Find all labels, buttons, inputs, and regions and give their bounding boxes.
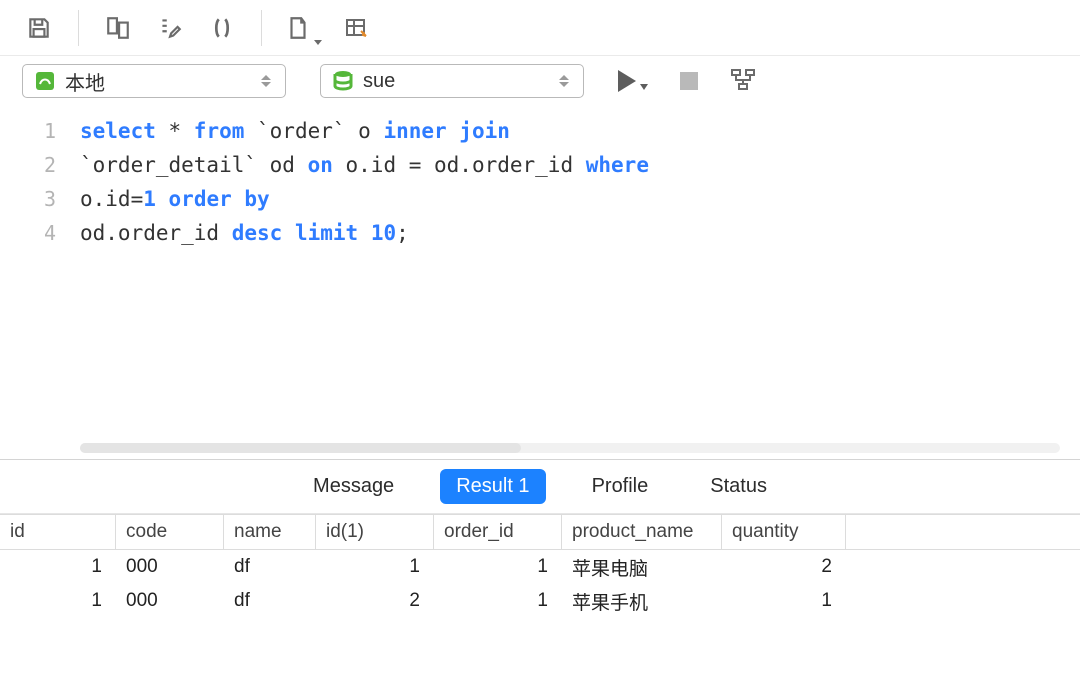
explain-button[interactable] [730,68,758,94]
table-row[interactable]: 1000df11苹果电脑2 [0,550,1080,584]
stop-icon [680,72,698,90]
cell: 2 [722,550,846,584]
code-line: o.id=1 order by [80,182,1080,216]
connection-selector[interactable]: 本地 [22,64,286,98]
code-line: select * from `order` o inner join [80,114,1080,148]
toolbar-separator [261,10,262,46]
table-row[interactable]: 1000df21苹果手机1 [0,584,1080,618]
result-grid: idcodenameid(1)order_idproduct_namequant… [0,514,1080,618]
sql-editor[interactable]: 1234 select * from `order` o inner join`… [0,106,1080,460]
sql-code[interactable]: select * from `order` o inner join`order… [80,106,1080,459]
cell: 苹果手机 [562,584,722,618]
line-number: 2 [0,148,56,182]
tab-profile[interactable]: Profile [576,469,665,504]
toolbar-separator [78,10,79,46]
tab-message[interactable]: Message [297,469,410,504]
line-number: 4 [0,216,56,250]
export-icon[interactable] [284,11,322,45]
line-number: 3 [0,182,56,216]
execute-buttons [618,68,758,94]
cell: 1 [722,584,846,618]
edit-script-icon[interactable] [153,11,187,45]
col-id[interactable]: id [0,515,116,550]
cell: 1 [0,584,116,618]
database-label: sue [363,70,547,93]
play-icon [618,70,636,92]
cell: 000 [116,550,224,584]
cell: 1 [434,550,562,584]
database-selector[interactable]: sue [320,64,584,98]
parentheses-icon[interactable] [205,11,239,45]
horizontal-scrollbar[interactable] [80,443,1060,453]
result-tabs: Message Result 1 Profile Status [0,460,1080,514]
line-number: 1 [0,114,56,148]
main-toolbar [0,0,1080,56]
chevron-down-icon [640,84,648,90]
col-quantity[interactable]: quantity [722,515,846,550]
table-header: idcodenameid(1)order_idproduct_namequant… [0,514,1080,550]
cell: 苹果电脑 [562,550,722,584]
cell: 000 [116,584,224,618]
database-icon [331,69,355,93]
copy-script-icon[interactable] [101,11,135,45]
scrollbar-thumb[interactable] [80,443,521,453]
connection-icon [33,69,57,93]
col-product-name[interactable]: product_name [562,515,722,550]
col-name[interactable]: name [224,515,316,550]
tab-result-1[interactable]: Result 1 [440,469,545,504]
tab-status[interactable]: Status [694,469,783,504]
stepper-icon [257,75,275,87]
cell: 1 [0,550,116,584]
chevron-down-icon [314,40,322,45]
col-order-id[interactable]: order_id [434,515,562,550]
col-id-1-[interactable]: id(1) [316,515,434,550]
cell: 2 [316,584,434,618]
connection-label: 本地 [65,67,249,96]
save-icon[interactable] [22,11,56,45]
code-line: `order_detail` od on o.id = od.order_id … [80,148,1080,182]
cell: df [224,550,316,584]
cell: 1 [434,584,562,618]
explain-plan-icon [730,68,758,94]
cell: df [224,584,316,618]
run-button[interactable] [618,70,648,92]
export-result-icon[interactable] [340,11,374,45]
code-line: od.order_id desc limit 10; [80,216,1080,250]
stepper-icon [555,75,573,87]
line-gutter: 1234 [0,106,80,459]
connection-bar: 本地 sue [0,56,1080,106]
col-code[interactable]: code [116,515,224,550]
stop-button[interactable] [680,72,698,90]
cell: 1 [316,550,434,584]
